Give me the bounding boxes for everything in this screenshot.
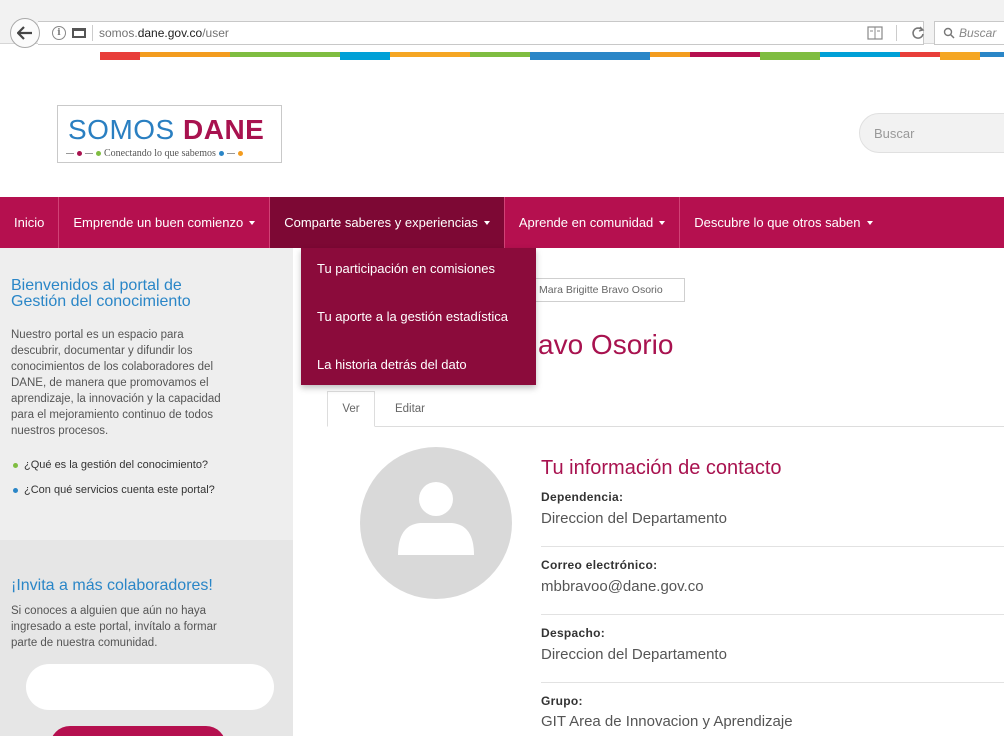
field-label-dependencia: Dependencia: — [541, 490, 624, 504]
browser-search-placeholder: Buscar — [959, 26, 997, 40]
logo-tagline: Conectando lo que sabemos — [66, 148, 276, 159]
tagline-dot — [77, 151, 82, 156]
invite-email-input[interactable] — [26, 664, 274, 710]
tagline-dot — [237, 151, 243, 156]
stripe-segment — [0, 52, 100, 57]
page-icon — [72, 28, 86, 38]
back-button[interactable] — [10, 18, 40, 48]
user-placeholder-icon — [398, 482, 474, 555]
link-que-es-gestion[interactable]: ¿Qué es la gestión del conocimiento? — [13, 459, 208, 471]
field-value-despacho: Direccion del Departamento — [541, 646, 727, 663]
tagline-line — [66, 153, 74, 154]
browser-search-field[interactable]: Buscar — [934, 21, 1004, 45]
tagline-text: Conectando lo que sabemos — [104, 148, 216, 159]
nav-item-inicio[interactable]: Inicio — [0, 197, 60, 248]
page-title: avo Osorio — [538, 329, 674, 360]
field-value-correo: mbbravoo@dane.gov.co — [541, 578, 704, 595]
sidebar: Bienvenidos al portal de Gestión del con… — [0, 248, 293, 736]
stripe-segment — [900, 52, 940, 57]
stripe-segment — [340, 52, 390, 60]
welcome-title: Bienvenidos al portal de — [11, 277, 182, 294]
tagline-dot — [96, 151, 101, 156]
field-value-dependencia: Direccion del Departamento — [541, 510, 727, 527]
address-separator — [92, 25, 93, 41]
field-label-grupo: Grupo: — [541, 694, 583, 708]
caret-down-icon — [659, 220, 666, 225]
dropdown-item-historia-dato[interactable]: La historia detrás del dato — [317, 357, 467, 372]
stripe-segment — [650, 52, 690, 57]
stripe-segment — [230, 52, 340, 57]
url-text: somos.dane.gov.co/user — [99, 26, 229, 40]
stripe-segment — [820, 52, 900, 57]
welcome-title: Gestión del conocimiento — [11, 293, 191, 310]
stripe-segment — [530, 52, 650, 60]
tagline-line — [85, 153, 93, 154]
link-servicios-portal[interactable]: ¿Con qué servicios cuenta este portal? — [13, 484, 215, 496]
dropdown-item-comisiones[interactable]: Tu participación en comisiones — [317, 261, 495, 276]
main-nav: Inicio Emprende un buen comienzo Compart… — [0, 197, 1004, 248]
site-search-input[interactable]: Buscar — [859, 113, 1004, 153]
stripe-segment — [760, 52, 820, 60]
invite-text: Si conoces a alguien que aún no haya ing… — [11, 605, 217, 649]
address-actions — [860, 21, 932, 45]
welcome-text: Nuestro portal es un espacio para descub… — [11, 329, 221, 437]
tagline-line — [226, 153, 235, 154]
nav-item-emprende[interactable]: Emprende un buen comienzo — [59, 197, 271, 248]
tab-ver[interactable]: Ver — [327, 391, 375, 427]
invite-title: ¡Invita a más colaboradores! — [11, 577, 213, 594]
search-icon — [943, 27, 955, 39]
stripe-segment — [940, 52, 980, 60]
profile-tabs: Ver Editar — [327, 391, 1004, 427]
field-divider — [541, 546, 1004, 547]
field-value-grupo: GIT Area de Innovacion y Aprendizaje — [541, 713, 793, 730]
back-arrow-icon — [17, 26, 32, 40]
site-search-placeholder: Buscar — [874, 125, 915, 141]
avatar — [360, 447, 512, 599]
nav-item-aprende[interactable]: Aprende en comunidad — [505, 197, 681, 248]
tagline-dot — [218, 151, 224, 156]
browser-toolbar: i somos.dane.gov.co/user Buscar — [0, 0, 1004, 52]
caret-down-icon — [249, 220, 256, 225]
stripe-segment — [390, 52, 470, 57]
stripe-segment — [140, 52, 230, 57]
stripe-segment — [980, 52, 1004, 57]
stripe-segment — [470, 52, 530, 57]
address-bar[interactable]: i somos.dane.gov.co/user — [38, 21, 924, 45]
breadcrumb: Mara Brigitte Bravo Osorio — [535, 278, 685, 302]
dropdown-item-gestion-estadistica[interactable]: Tu aporte a la gestión estadística — [317, 309, 508, 324]
tab-editar[interactable]: Editar — [385, 391, 435, 427]
contact-section-title: Tu información de contacto — [541, 457, 782, 479]
actions-separator — [896, 25, 898, 41]
reader-view-icon[interactable] — [867, 26, 883, 40]
nav-item-comparte[interactable]: Comparte saberes y experiencias — [270, 197, 505, 248]
field-label-despacho: Despacho: — [541, 626, 606, 640]
nav-dropdown-comparte: Tu participación en comisiones Tu aporte… — [301, 248, 536, 385]
field-divider — [541, 614, 1004, 615]
site-logo[interactable]: SOMOS DANE Conectando lo que sabemos — [57, 105, 282, 163]
bullet-icon — [13, 463, 18, 468]
caret-down-icon — [483, 220, 490, 225]
field-divider — [541, 682, 1004, 683]
stripe-segment — [690, 52, 760, 57]
color-stripe — [0, 52, 1004, 60]
stripe-segment — [100, 52, 140, 60]
reload-icon[interactable] — [911, 26, 925, 40]
caret-down-icon — [866, 220, 873, 225]
bullet-icon — [13, 488, 18, 493]
nav-item-descubre[interactable]: Descubre lo que otros saben — [680, 197, 886, 248]
site-info-icon[interactable]: i — [52, 26, 66, 40]
field-label-correo: Correo electrónico: — [541, 558, 658, 572]
logo-wordmark: SOMOS DANE — [68, 114, 265, 145]
invite-submit-button[interactable] — [50, 726, 226, 736]
